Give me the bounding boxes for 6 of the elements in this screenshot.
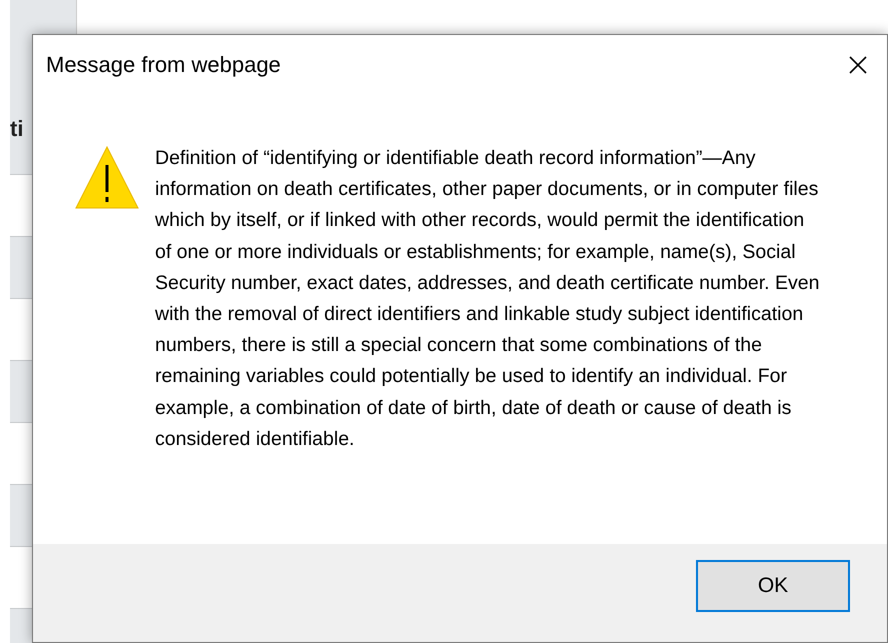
warning-icon (75, 145, 139, 209)
message-text: Definition of “identifying or identifiable death record information”—Any information on death certificates, other paper documents, or in computer files which by itself, or if linked with other records, would permit the identification of one or more individuals or establishments; for example, name(s), Social Security number, exact dates, addresses, and death certificate number. Even with the removal of direct identifiers and linkable study subject identification numbers, there is still a special concern that some combinations of the remaining variables could potentially be used to identify an individual. For example, a combination of date of birth, date of death or cause of death is considered identifiable. (155, 146, 820, 452)
ok-button[interactable]: OK (696, 560, 850, 612)
page-heading: ti (10, 116, 24, 141)
dialog-title: Message from webpage (46, 52, 281, 77)
close-icon (848, 54, 868, 75)
